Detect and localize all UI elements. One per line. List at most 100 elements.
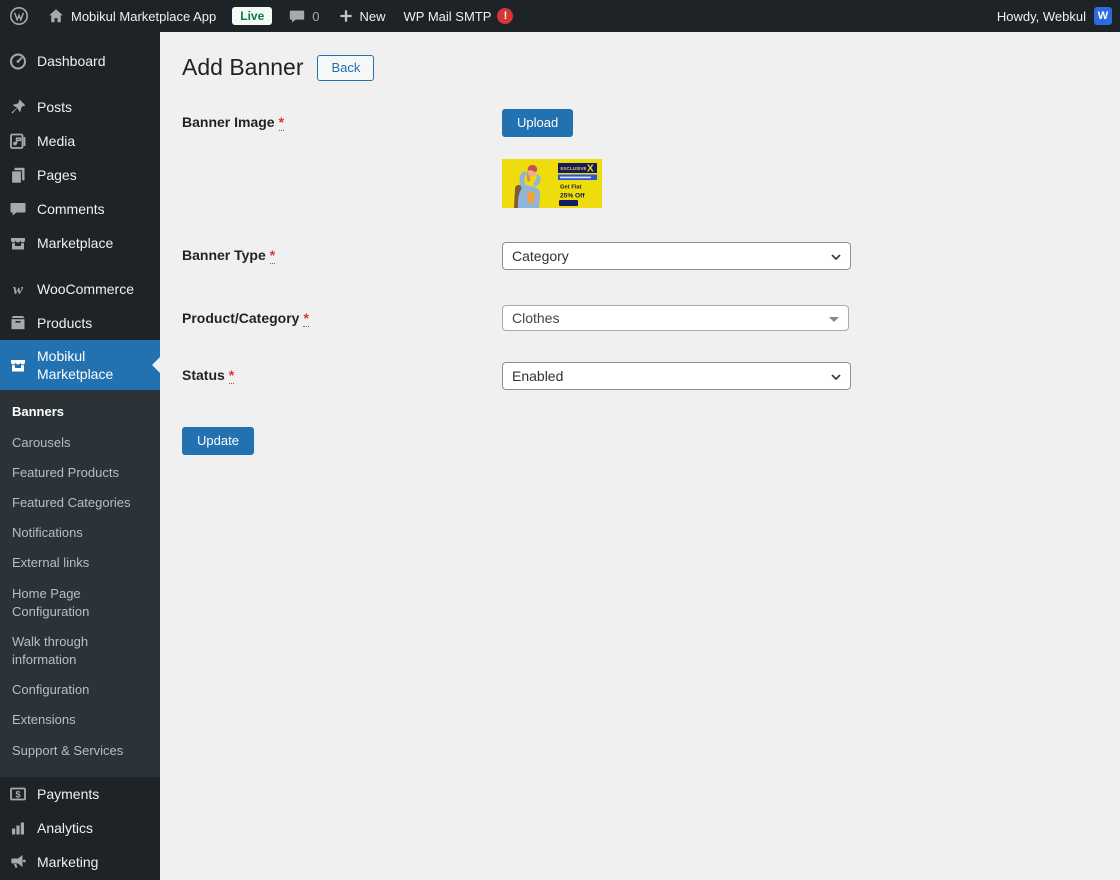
field-label-text: Status bbox=[182, 366, 225, 383]
banner-badge-x: X bbox=[587, 163, 594, 174]
site-menu[interactable]: Mobikul Marketplace App bbox=[38, 0, 225, 32]
sidebar-item-label: Analytics bbox=[37, 819, 94, 836]
submenu-item-external-links[interactable]: External links bbox=[0, 548, 160, 578]
mobikul-submenu: Banners Carousels Featured Products Feat… bbox=[0, 390, 160, 777]
megaphone-icon bbox=[8, 852, 28, 872]
live-badge: Live bbox=[232, 7, 273, 25]
sidebar-item-marketing[interactable]: Marketing bbox=[0, 845, 160, 879]
sidebar-item-label: Payments bbox=[37, 785, 100, 802]
sidebar-item-mobikul-marketplace[interactable]: Mobikul Marketplace bbox=[0, 340, 160, 391]
plus-icon bbox=[338, 8, 354, 24]
user-account-menu[interactable]: Howdy, Webkul W bbox=[989, 7, 1120, 25]
admin-bar-right: Howdy, Webkul W bbox=[989, 0, 1120, 32]
sidebar-item-marketplace[interactable]: Marketplace bbox=[0, 226, 160, 260]
field-label-text: Banner Type bbox=[182, 246, 266, 263]
status-row: Status * Enabled bbox=[182, 361, 1098, 390]
back-button[interactable]: Back bbox=[317, 54, 375, 82]
woocommerce-icon: w bbox=[8, 279, 28, 299]
submenu-item-home-page-configuration[interactable]: Home Page Configuration bbox=[0, 579, 130, 627]
banner-image-label: Banner Image * bbox=[182, 109, 502, 131]
svg-text:w: w bbox=[13, 282, 24, 298]
banner-type-row: Banner Type * Category bbox=[182, 241, 1098, 270]
banner-badge-text: EXCLUSIVE bbox=[561, 166, 587, 171]
product-category-label: Product/Category * bbox=[182, 305, 502, 327]
new-label: New bbox=[359, 8, 386, 24]
submenu-item-notifications[interactable]: Notifications bbox=[0, 518, 160, 548]
product-category-select[interactable]: Clothes bbox=[502, 304, 849, 331]
banner-image-row: Banner Image * Upload EXCLUSIVE X Get Fla… bbox=[182, 108, 1098, 208]
required-asterisk: * bbox=[278, 113, 285, 131]
submenu-item-featured-products[interactable]: Featured Products bbox=[0, 458, 160, 488]
sidebar-item-products[interactable]: Products bbox=[0, 306, 160, 340]
products-box-icon bbox=[8, 313, 28, 333]
sidebar-item-posts[interactable]: Posts bbox=[0, 90, 160, 124]
sidebar-item-media[interactable]: Media bbox=[0, 124, 160, 158]
payments-icon: $ bbox=[8, 784, 28, 804]
howdy-label: Howdy, Webkul bbox=[996, 8, 1086, 24]
update-button[interactable]: Update bbox=[182, 426, 254, 455]
sidebar-item-label: Marketing bbox=[37, 853, 99, 870]
page-title: Add Banner bbox=[182, 54, 304, 80]
sidebar-item-pages[interactable]: Pages bbox=[0, 158, 160, 192]
dashboard-icon bbox=[8, 51, 28, 71]
main-content: Add Banner Back Banner Image * Upload EXC… bbox=[160, 32, 1120, 880]
banner-image-control: Upload EXCLUSIVE X Get Flat 25% Off bbox=[502, 108, 602, 208]
sidebar-item-payments[interactable]: $ Payments bbox=[0, 777, 160, 811]
banner-type-select[interactable]: Category bbox=[502, 241, 851, 270]
sidebar-item-woocommerce[interactable]: w WooCommerce bbox=[0, 272, 160, 306]
banner-type-label: Banner Type * bbox=[182, 242, 502, 264]
sidebar-item-label: Products bbox=[37, 314, 93, 331]
banner-type-value: Category bbox=[512, 247, 569, 264]
home-icon bbox=[47, 7, 65, 25]
pages-icon bbox=[8, 165, 28, 185]
sidebar-item-label: Marketplace bbox=[37, 234, 114, 251]
sidebar-item-label: WooCommerce bbox=[37, 280, 134, 297]
sidebar-item-label: Comments bbox=[37, 200, 105, 217]
required-asterisk: * bbox=[269, 246, 276, 264]
admin-bar: Mobikul Marketplace App Live 0 New WP Ma… bbox=[0, 0, 1120, 32]
product-category-row: Product/Category * Clothes bbox=[182, 304, 1098, 331]
comments-icon bbox=[8, 199, 28, 219]
banner-offer-line2: 25% Off bbox=[560, 192, 585, 199]
submenu-item-banners[interactable]: Banners bbox=[0, 397, 160, 427]
sidebar: Dashboard Posts Media Pages Comments Mar… bbox=[0, 32, 160, 880]
new-content-menu[interactable]: New bbox=[329, 0, 395, 32]
sidebar-item-dashboard[interactable]: Dashboard bbox=[0, 44, 160, 78]
upload-button[interactable]: Upload bbox=[502, 108, 574, 137]
sidebar-item-label: Pages bbox=[37, 166, 77, 183]
field-label-text: Product/Category bbox=[182, 309, 300, 326]
required-asterisk: * bbox=[228, 366, 235, 384]
wp-mail-smtp-menu[interactable]: WP Mail SMTP ! bbox=[395, 0, 523, 32]
status-label: Status * bbox=[182, 362, 502, 384]
bar-chart-icon bbox=[8, 818, 28, 838]
submenu-item-extensions[interactable]: Extensions bbox=[0, 705, 160, 735]
submenu-item-carousels[interactable]: Carousels bbox=[0, 428, 160, 458]
admin-bar-left: Mobikul Marketplace App Live 0 New WP Ma… bbox=[0, 0, 522, 32]
product-category-value: Clothes bbox=[512, 309, 560, 326]
avatar: W bbox=[1094, 7, 1112, 25]
status-select[interactable]: Enabled bbox=[502, 361, 851, 390]
chevron-down-icon bbox=[828, 369, 844, 388]
media-icon bbox=[8, 131, 28, 151]
comment-bubble-icon bbox=[288, 7, 306, 25]
wordpress-logo-icon[interactable] bbox=[0, 0, 38, 32]
submenu-item-walk-through-information[interactable]: Walk through information bbox=[0, 627, 120, 675]
comments-shortcut[interactable]: 0 bbox=[279, 0, 328, 32]
sidebar-item-analytics[interactable]: Analytics bbox=[0, 811, 160, 845]
notification-badge: ! bbox=[497, 8, 514, 24]
chevron-down-icon bbox=[828, 249, 844, 268]
submenu-item-configuration[interactable]: Configuration bbox=[0, 675, 160, 705]
sidebar-item-comments[interactable]: Comments bbox=[0, 192, 160, 226]
field-label-text: Banner Image bbox=[182, 113, 275, 130]
banner-offer-line1: Get Flat bbox=[560, 184, 582, 190]
sidebar-item-label: Dashboard bbox=[37, 52, 106, 69]
comments-count: 0 bbox=[312, 8, 320, 24]
smtp-label: WP Mail SMTP bbox=[403, 8, 492, 24]
svg-text:$: $ bbox=[15, 789, 20, 799]
status-value: Enabled bbox=[512, 367, 564, 384]
sidebar-item-label: Mobikul Marketplace bbox=[37, 348, 114, 383]
banner-preview-image: EXCLUSIVE X Get Flat 25% Off bbox=[502, 158, 602, 208]
submenu-item-featured-categories[interactable]: Featured Categories bbox=[0, 488, 160, 518]
submenu-item-support-services[interactable]: Support & Services bbox=[0, 736, 160, 766]
sidebar-item-label: Posts bbox=[37, 98, 73, 115]
